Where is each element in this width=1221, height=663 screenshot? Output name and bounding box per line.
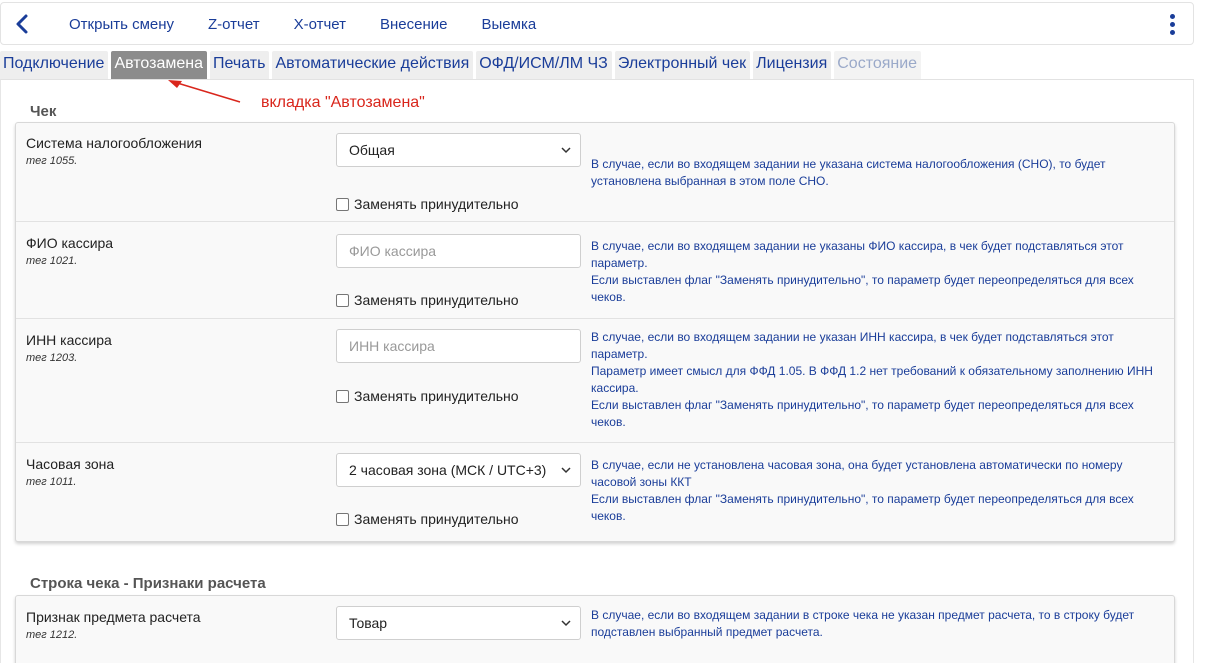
shift-actions-nav: Открыть смену Z-отчет X-отчет Внесение В…: [69, 3, 570, 46]
cashier-name-tag: тег 1021.: [26, 255, 78, 267]
cashier-inn-label: ИНН кассира: [26, 332, 112, 348]
cash-in-button[interactable]: Внесение: [380, 16, 447, 33]
payment-object-help: В случае, если во входящем задании в стр…: [591, 607, 1166, 641]
cashier-inn-input[interactable]: ИНН кассира: [336, 329, 581, 363]
checkbox-box[interactable]: [336, 512, 349, 526]
back-chevron-icon: [16, 14, 28, 34]
x-report-button[interactable]: X-отчет: [294, 16, 346, 33]
payment-object-label: Признак предмета расчета: [26, 609, 201, 625]
payment-object-select[interactable]: Товар: [336, 606, 581, 640]
chevron-down-icon: [561, 147, 571, 154]
tab-autoreplace[interactable]: Автозамена: [111, 51, 208, 79]
checkbox-box[interactable]: [336, 197, 349, 211]
receipt-settings-card: Система налогообложения тег 1055. Общая …: [15, 122, 1175, 542]
section-title-receipt: Чек: [30, 103, 57, 120]
cash-out-button[interactable]: Выемка: [482, 16, 537, 33]
annotation-arrow-icon: [168, 80, 241, 103]
cashier-name-help: В случае, если во входящем задании не ук…: [591, 238, 1166, 306]
checkbox-label: Заменять принудительно: [354, 388, 519, 404]
help-text: Параметр имеет смысл для ФФД 1.05. В ФФД…: [591, 364, 1153, 395]
section-title-receipt-line: Строка чека - Признаки расчета: [30, 575, 266, 592]
timezone-value: 2 часовая зона (МСК / UTC+3): [349, 462, 547, 478]
help-text: В случае, если во входящем задании в стр…: [591, 608, 1135, 639]
tax-system-value: Общая: [349, 142, 395, 158]
help-text: В случае, если во входящем задании не ук…: [591, 239, 1124, 270]
settings-tabs: Подключение Автозамена Печать Автоматиче…: [0, 51, 924, 79]
help-text: Если выставлен флаг "Заменять принудител…: [591, 492, 1134, 523]
help-text: Если выставлен флаг "Заменять принудител…: [591, 398, 1134, 429]
receipt-line-settings-card: Признак предмета расчета тег 1212. Товар…: [15, 595, 1175, 663]
cashier-inn-tag: тег 1203.: [26, 352, 78, 364]
payment-object-tag: тег 1212.: [26, 629, 78, 641]
payment-object-row: Признак предмета расчета тег 1212. Товар…: [16, 596, 1174, 654]
chevron-down-icon: [561, 467, 571, 474]
cashier-inn-row: ИНН кассира тег 1203. ИНН кассира Заменя…: [16, 319, 1174, 443]
cashier-name-label: ФИО кассира: [26, 235, 114, 251]
tab-print[interactable]: Печать: [210, 51, 270, 79]
chevron-down-icon: [561, 620, 571, 627]
tax-system-help: В случае, если во входящем задании не ук…: [591, 156, 1166, 190]
back-button[interactable]: [13, 13, 33, 35]
help-text: В случае, если во входящем задании не ук…: [591, 330, 1114, 361]
tax-system-row: Система налогообложения тег 1055. Общая …: [16, 123, 1174, 222]
timezone-tag: тег 1011.: [26, 476, 77, 488]
open-shift-button[interactable]: Открыть смену: [69, 16, 174, 33]
tax-system-select[interactable]: Общая: [336, 133, 581, 167]
checkbox-label: Заменять принудительно: [354, 511, 519, 527]
cashier-name-input[interactable]: ФИО кассира: [336, 234, 581, 268]
help-text: В случае, если не установлена часовая зо…: [591, 458, 1123, 489]
cashier-name-placeholder: ФИО кассира: [349, 243, 437, 259]
tab-e-receipt[interactable]: Электронный чек: [614, 51, 751, 79]
cashier-inn-force-checkbox[interactable]: Заменять принудительно: [336, 388, 519, 404]
timezone-label: Часовая зона: [26, 456, 115, 472]
tab-connection[interactable]: Подключение: [0, 51, 109, 79]
kebab-menu-button[interactable]: [1166, 13, 1178, 37]
payment-object-value: Товар: [349, 615, 388, 631]
cashier-name-force-checkbox[interactable]: Заменять принудительно: [336, 292, 519, 308]
tax-system-label: Система налогообложения: [26, 135, 202, 151]
help-text: Если выставлен флаг "Заменять принудител…: [591, 273, 1134, 304]
checkbox-box[interactable]: [336, 293, 349, 307]
timezone-help: В случае, если не установлена часовая зо…: [591, 457, 1166, 525]
tab-license[interactable]: Лицензия: [753, 51, 832, 79]
tab-ofd[interactable]: ОФД/ИСМ/ЛМ ЧЗ: [476, 51, 612, 79]
cashier-inn-placeholder: ИНН кассира: [349, 338, 435, 354]
timezone-row: Часовая зона тег 1011. 2 часовая зона (М…: [16, 443, 1174, 541]
annotation-label: вкладка "Автозамена": [261, 94, 425, 111]
checkbox-box[interactable]: [336, 389, 349, 403]
cashier-name-row: ФИО кассира тег 1021. ФИО кассира Заменя…: [16, 222, 1174, 319]
top-toolbar: Открыть смену Z-отчет X-отчет Внесение В…: [0, 2, 1194, 45]
tab-auto-actions[interactable]: Автоматические действия: [272, 51, 474, 79]
kebab-menu-icon: [1166, 14, 1178, 35]
checkbox-label: Заменять принудительно: [354, 196, 519, 212]
timezone-force-checkbox[interactable]: Заменять принудительно: [336, 511, 519, 527]
checkbox-label: Заменять принудительно: [354, 292, 519, 308]
tax-system-tag: тег 1055.: [26, 155, 78, 167]
z-report-button[interactable]: Z-отчет: [208, 16, 260, 33]
timezone-select[interactable]: 2 часовая зона (МСК / UTC+3): [336, 453, 581, 487]
tab-status: Состояние: [834, 51, 922, 79]
cashier-inn-help: В случае, если во входящем задании не ук…: [591, 329, 1166, 431]
help-text: В случае, если во входящем задании не ук…: [591, 157, 1106, 188]
tax-system-force-checkbox[interactable]: Заменять принудительно: [336, 196, 519, 212]
